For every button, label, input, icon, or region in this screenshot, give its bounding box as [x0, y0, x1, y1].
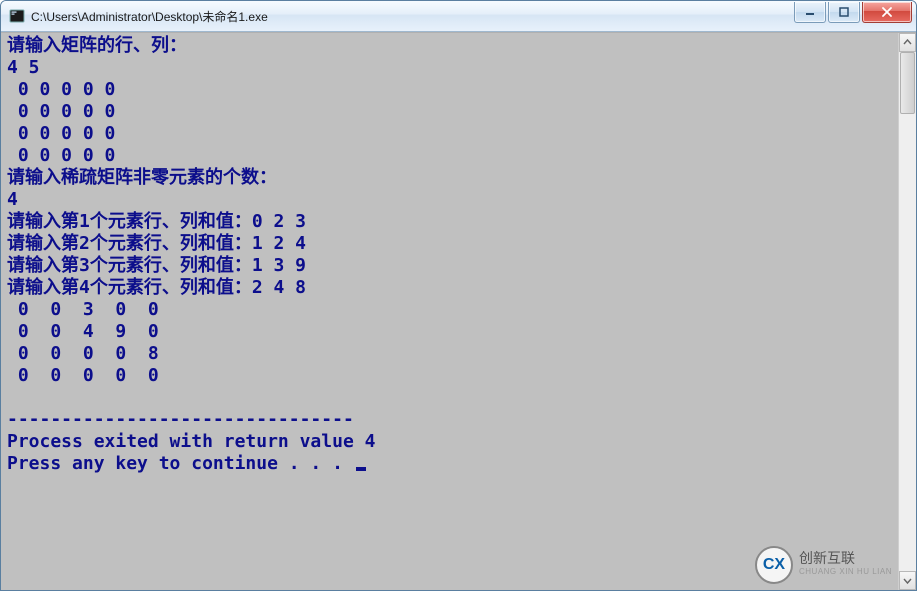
titlebar[interactable]: C:\Users\Administrator\Desktop\未命名1.exe [1, 1, 916, 32]
app-window: C:\Users\Administrator\Desktop\未命名1.exe … [0, 0, 917, 591]
maximize-icon [839, 7, 849, 17]
window-title: C:\Users\Administrator\Desktop\未命名1.exe [31, 8, 268, 25]
scroll-track[interactable] [899, 52, 916, 571]
chevron-up-icon [903, 38, 912, 47]
close-icon [881, 7, 893, 17]
logo-text: 创新互联 CHUANG XIN HU LIAN [799, 551, 892, 579]
maximize-button[interactable] [828, 2, 860, 23]
cursor [356, 467, 366, 471]
scroll-up-button[interactable] [899, 33, 916, 52]
watermark-logo: CX 创新互联 CHUANG XIN HU LIAN [755, 546, 892, 584]
window-body: 请输入矩阵的行、列： 4 5 0 0 0 0 0 0 0 0 0 0 0 0 0… [1, 32, 916, 590]
app-icon [9, 8, 25, 24]
logo-pinyin: CHUANG XIN HU LIAN [799, 565, 892, 579]
console-output: 请输入矩阵的行、列： 4 5 0 0 0 0 0 0 0 0 0 0 0 0 0… [1, 33, 898, 477]
scroll-thumb[interactable] [900, 52, 915, 114]
logo-cn: 创新互联 [799, 551, 892, 565]
scroll-down-button[interactable] [899, 571, 916, 590]
close-button[interactable] [862, 2, 912, 23]
chevron-down-icon [903, 576, 912, 585]
console-viewport[interactable]: 请输入矩阵的行、列： 4 5 0 0 0 0 0 0 0 0 0 0 0 0 0… [1, 33, 898, 590]
minimize-button[interactable] [794, 2, 826, 23]
window-controls [794, 2, 912, 23]
console-area: 请输入矩阵的行、列： 4 5 0 0 0 0 0 0 0 0 0 0 0 0 0… [1, 32, 916, 590]
vertical-scrollbar[interactable] [898, 33, 916, 590]
logo-mark: CX [755, 546, 793, 584]
minimize-icon [805, 7, 815, 17]
